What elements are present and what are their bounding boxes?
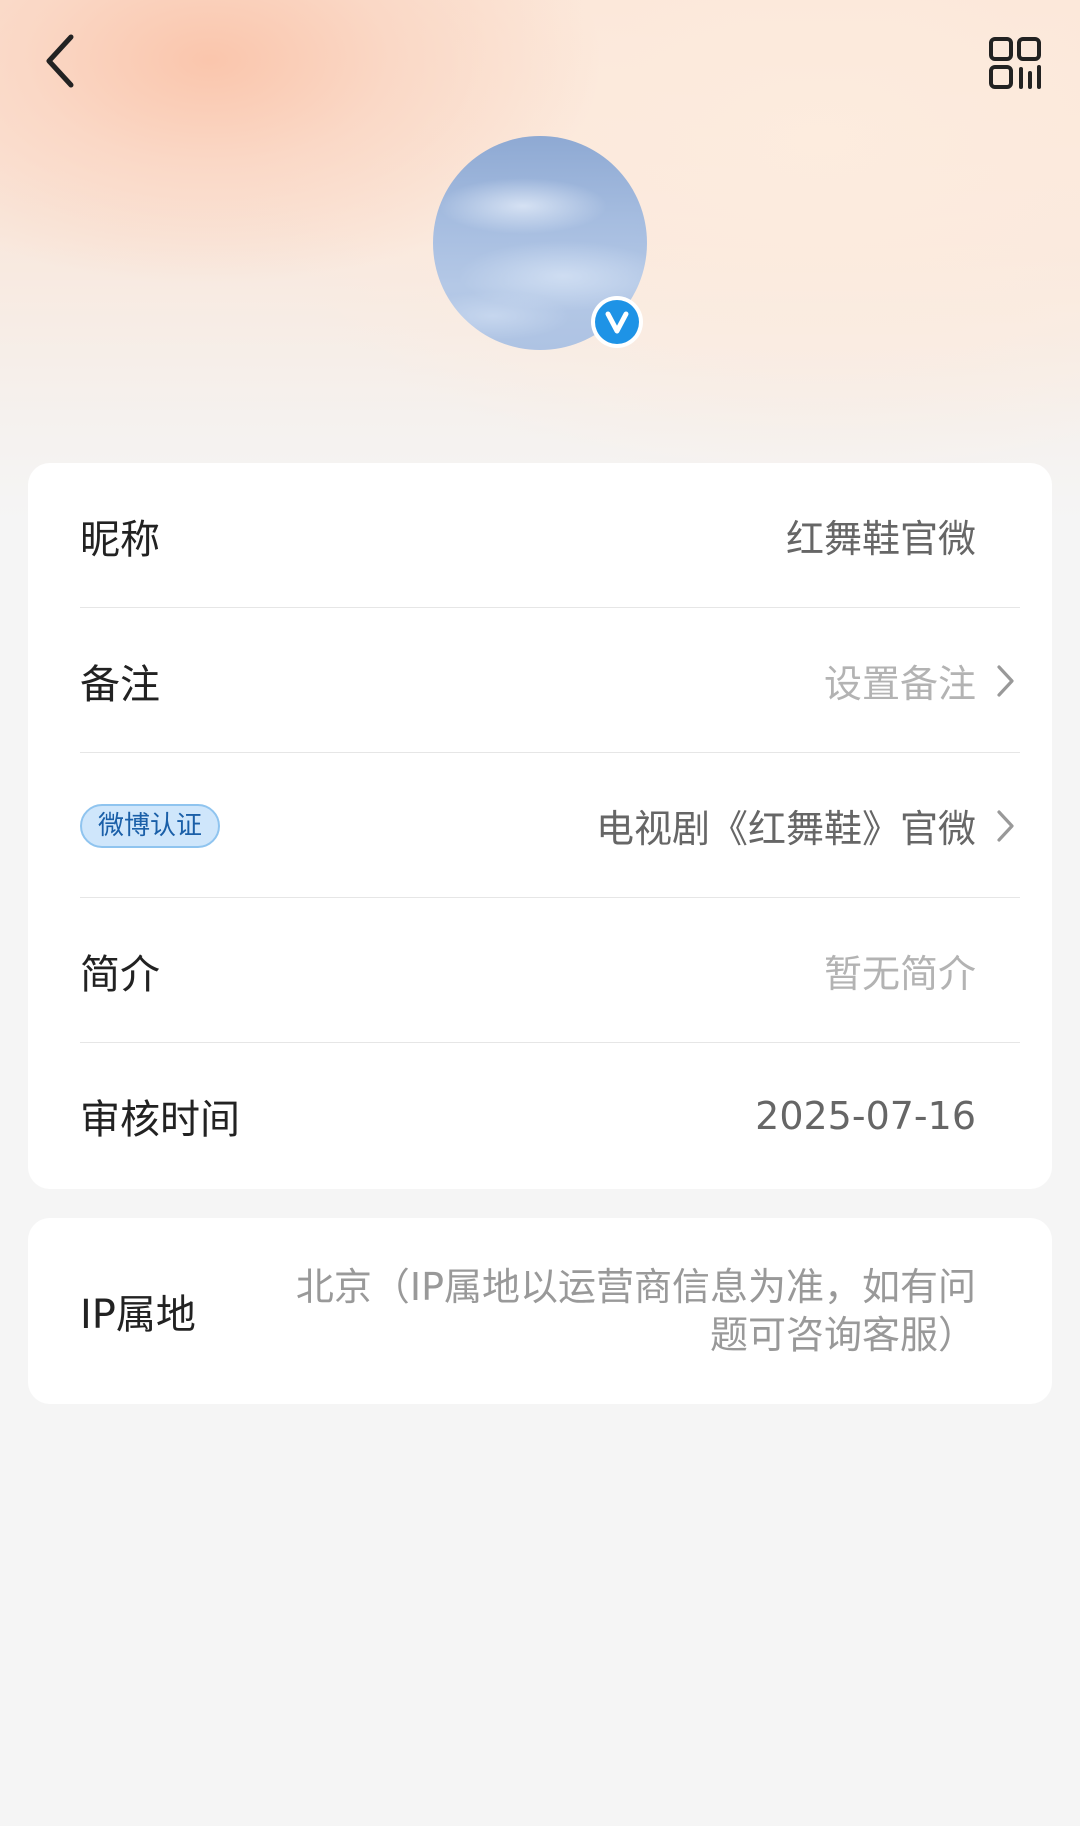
nickname-value: 红舞鞋官微 xyxy=(785,517,976,561)
verified-v-icon xyxy=(595,300,639,344)
review-time-row: 审核时间 2025-07-16 xyxy=(80,1043,1020,1188)
qr-code-button[interactable] xyxy=(980,28,1050,98)
ip-location-value: 北京（IP属地以运营商信息为准，如有问题可咨询客服） xyxy=(295,1265,976,1357)
chevron-left-icon xyxy=(46,34,74,88)
nickname-row: 昵称 红舞鞋官微 xyxy=(80,463,1020,608)
bio-row: 简介 暂无简介 xyxy=(80,898,1020,1043)
back-button[interactable] xyxy=(26,26,96,96)
profile-info-card: 昵称 红舞鞋官微 备注 设置备注 微博认证 电视剧《红舞鞋》官微 简介 暂无简介… xyxy=(28,463,1052,1189)
nickname-label: 昵称 xyxy=(80,516,160,563)
remark-row[interactable]: 备注 设置备注 xyxy=(80,608,1020,753)
chevron-right-icon xyxy=(990,806,1020,846)
qr-code-icon xyxy=(989,37,1041,89)
ip-location-label: IP属地 xyxy=(80,1292,196,1338)
review-time-label: 审核时间 xyxy=(80,1096,240,1143)
review-time-value: 2025-07-16 xyxy=(755,1093,976,1138)
bio-label: 简介 xyxy=(80,951,160,998)
ip-location-card: IP属地 北京（IP属地以运营商信息为准，如有问题可咨询客服） xyxy=(28,1218,1052,1404)
profile-info-page: 昵称 红舞鞋官微 备注 设置备注 微博认证 电视剧《红舞鞋》官微 简介 暂无简介… xyxy=(0,0,1080,1826)
verification-tag: 微博认证 xyxy=(80,803,221,848)
avatar-container[interactable] xyxy=(433,136,647,350)
chevron-right-icon xyxy=(990,661,1020,701)
verification-value: 电视剧《红舞鞋》官微 xyxy=(595,807,976,851)
remark-label: 备注 xyxy=(80,661,160,708)
verified-badge xyxy=(591,296,643,348)
ip-location-row: IP属地 北京（IP属地以运营商信息为准，如有问题可咨询客服） xyxy=(80,1218,1020,1404)
remark-value: 设置备注 xyxy=(823,662,976,706)
verification-row[interactable]: 微博认证 电视剧《红舞鞋》官微 xyxy=(80,753,1020,898)
bio-value: 暂无简介 xyxy=(823,952,976,996)
